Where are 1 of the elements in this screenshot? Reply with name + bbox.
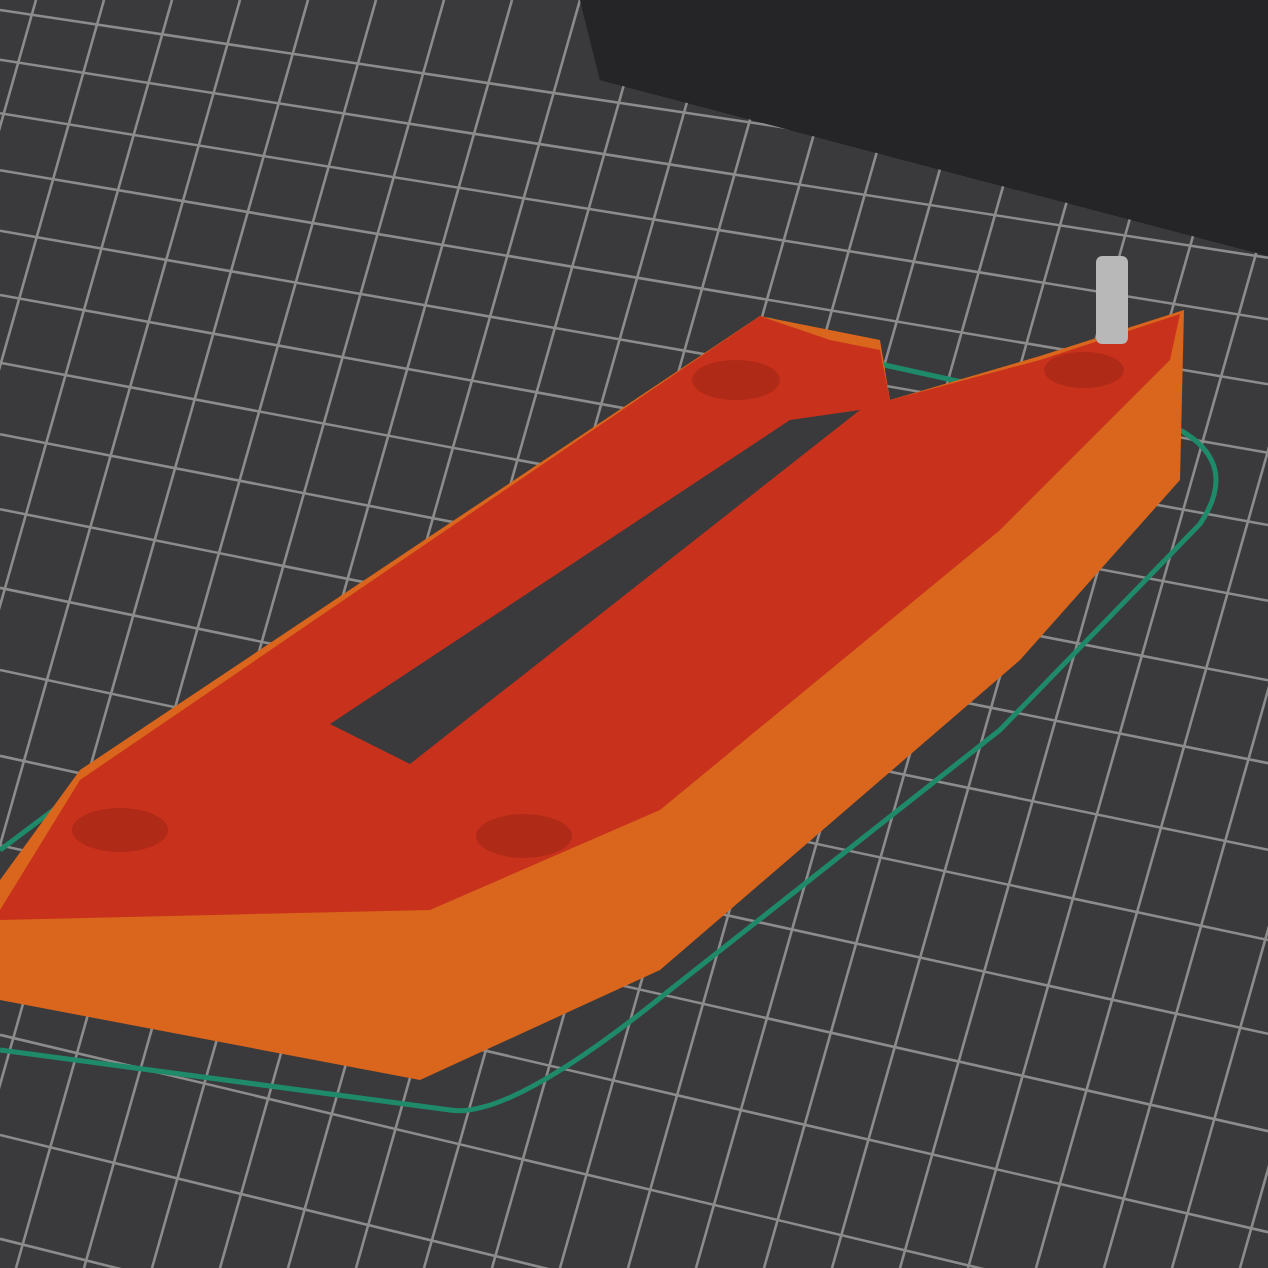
pin-drawing	[1096, 256, 1128, 344]
